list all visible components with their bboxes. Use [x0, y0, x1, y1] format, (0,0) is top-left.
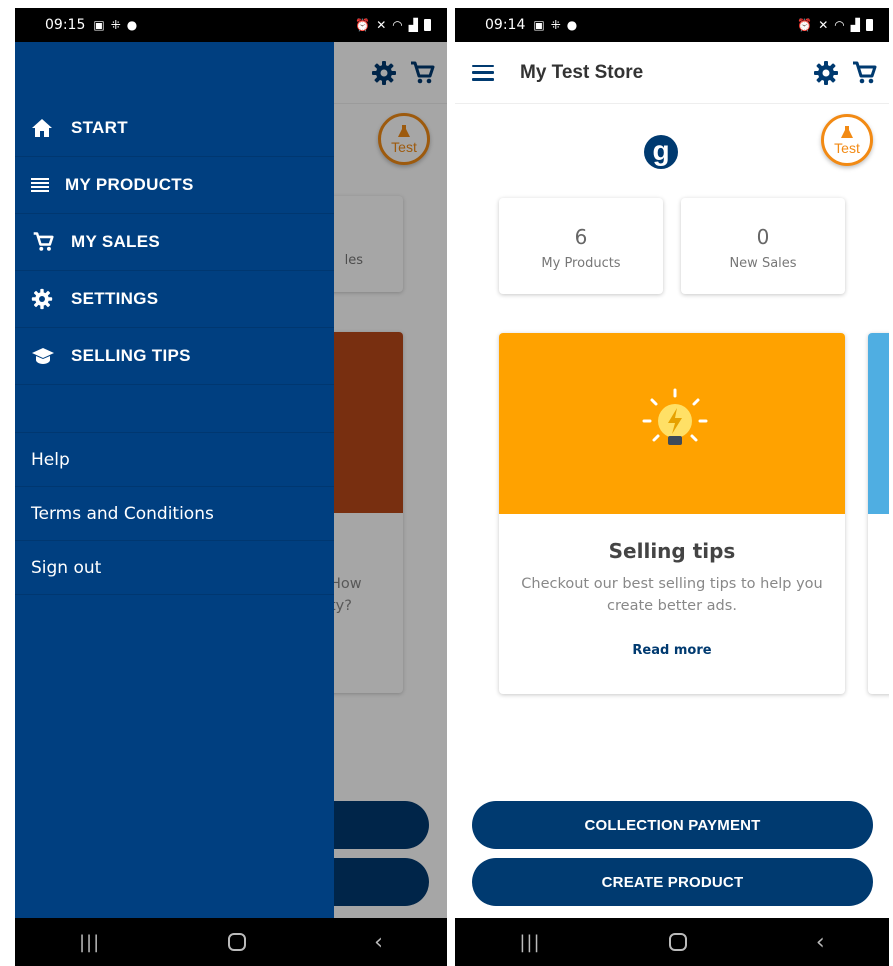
- drawer-header: [15, 42, 334, 100]
- mute-icon: ✕: [376, 18, 387, 32]
- phone-screen-drawer-open: 09:15 ▣ ⁜ ● ⏰ ✕ ◠ ▟ Test les s: [15, 8, 447, 966]
- home-button-icon[interactable]: [228, 933, 247, 951]
- stat-value: 0: [756, 225, 770, 249]
- location-icon: ●: [126, 18, 138, 32]
- drawer-item-label: SETTINGS: [71, 289, 159, 308]
- create-product-button[interactable]: CREATE PRODUCT: [472, 858, 873, 906]
- alarm-icon: ⏰: [797, 18, 813, 32]
- gear-icon: [31, 288, 71, 310]
- cart-icon[interactable]: [851, 60, 877, 86]
- menu-icon[interactable]: [472, 64, 494, 81]
- alarm-icon: ⏰: [355, 18, 371, 32]
- test-badge-label: Test: [834, 140, 860, 156]
- drawer-item-label: MY PRODUCTS: [65, 175, 194, 194]
- drawer-item-label: MY SALES: [71, 232, 160, 251]
- wifi-icon: ◠: [392, 18, 403, 32]
- app-title: My Test Store: [520, 61, 644, 83]
- gallery-icon: ▣: [533, 18, 545, 32]
- system-nav-bar: ||| ‹: [455, 918, 889, 966]
- read-more-link[interactable]: Read more: [499, 643, 845, 658]
- status-time: 09:14: [485, 17, 526, 33]
- drawer-item-selling-tips[interactable]: SELLING TIPS: [15, 328, 334, 385]
- phone-screen-home: 09:14 ▣ ⁜ ● ⏰ ✕ ◠ ▟ My Test Store Test g…: [455, 8, 889, 966]
- test-mode-badge[interactable]: Test: [821, 114, 873, 166]
- home-icon: [31, 118, 71, 138]
- drawer-divider: [15, 385, 334, 433]
- gear-icon[interactable]: [813, 60, 839, 86]
- app-bar: My Test Store: [455, 42, 889, 104]
- stat-label: New Sales: [729, 256, 797, 271]
- back-icon[interactable]: ‹: [816, 930, 825, 955]
- status-bar: 09:15 ▣ ⁜ ● ⏰ ✕ ◠ ▟: [15, 8, 447, 42]
- drawer-item-my-sales[interactable]: MY SALES: [15, 214, 334, 271]
- drawer-item-settings[interactable]: SETTINGS: [15, 271, 334, 328]
- drawer-item-start[interactable]: START: [15, 100, 334, 157]
- list-icon: [31, 178, 65, 192]
- drawer-link-terms[interactable]: Terms and Conditions: [15, 487, 334, 541]
- grid-icon: ⁜: [550, 18, 561, 32]
- store-logo: g: [644, 135, 678, 169]
- cart-icon: [31, 231, 71, 253]
- system-nav-bar: ||| ‹: [15, 918, 447, 966]
- next-carousel-card[interactable]: [868, 333, 889, 694]
- flask-icon: [841, 126, 853, 138]
- stat-value: 6: [574, 225, 588, 249]
- stat-card-new-sales[interactable]: 0 New Sales: [681, 198, 845, 294]
- navigation-drawer: START MY PRODUCTS MY SALES SETTINGS SELL…: [15, 42, 334, 918]
- status-bar: 09:14 ▣ ⁜ ● ⏰ ✕ ◠ ▟: [455, 8, 889, 42]
- stat-label: My Products: [541, 256, 621, 271]
- mute-icon: ✕: [818, 18, 829, 32]
- home-button-icon[interactable]: [669, 933, 688, 951]
- selling-tips-card[interactable]: Selling tips Checkout our best selling t…: [499, 333, 845, 694]
- collection-payment-button[interactable]: COLLECTION PAYMENT: [472, 801, 873, 849]
- next-card-image: [868, 333, 889, 514]
- signal-icon: ▟: [408, 18, 418, 32]
- recents-icon[interactable]: |||: [519, 932, 540, 953]
- back-icon[interactable]: ‹: [374, 930, 383, 955]
- stat-card-my-products[interactable]: 6 My Products: [499, 198, 663, 294]
- tip-title: Selling tips: [608, 539, 736, 563]
- location-icon: ●: [566, 18, 578, 32]
- graduation-cap-icon: [31, 347, 71, 365]
- wifi-icon: ◠: [834, 18, 845, 32]
- lightbulb-icon: [642, 388, 708, 445]
- drawer-link-help[interactable]: Help: [15, 433, 334, 487]
- gallery-icon: ▣: [93, 18, 105, 32]
- battery-icon: [424, 19, 431, 31]
- drawer-item-my-products[interactable]: MY PRODUCTS: [15, 157, 334, 214]
- drawer-item-label: START: [71, 118, 128, 137]
- drawer-item-label: SELLING TIPS: [71, 346, 191, 365]
- battery-icon: [866, 19, 873, 31]
- tip-description: Checkout our best selling tips to help y…: [521, 576, 823, 614]
- recents-icon[interactable]: |||: [79, 932, 100, 953]
- drawer-link-sign-out[interactable]: Sign out: [15, 541, 334, 595]
- signal-icon: ▟: [850, 18, 860, 32]
- grid-icon: ⁜: [110, 18, 121, 32]
- status-time: 09:15: [45, 17, 86, 33]
- tip-image: [499, 333, 845, 514]
